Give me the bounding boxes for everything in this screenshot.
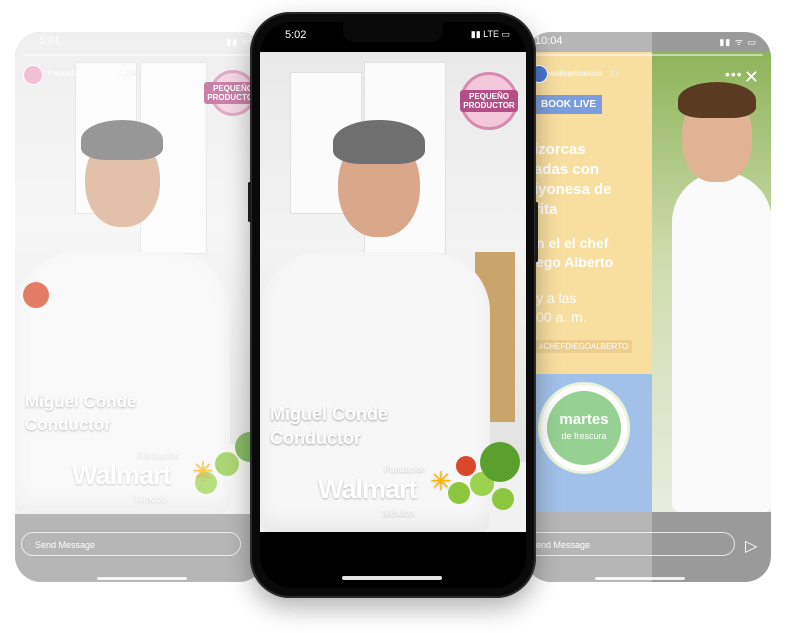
presenter-name: Miguel Conde (25, 392, 137, 411)
status-time: 5:01 (39, 35, 61, 47)
event-time: y a las 00 a. m. (536, 289, 587, 327)
recipe-title: izorcas adas con iyonesa de rita (534, 140, 612, 220)
center-story-screen[interactable]: PEQUEÑO PRODUCTOR Miguel Conde Conductor… (260, 22, 526, 588)
presenter-role: Conductor (25, 415, 111, 434)
tomato (23, 282, 49, 308)
home-indicator (342, 576, 442, 580)
person-hair (81, 120, 163, 160)
left-story-phone[interactable]: PEQUEÑO PRODUCTOR Miguel Conde Conductor… (15, 32, 265, 582)
status-time: 10:04 (535, 35, 563, 47)
story-username[interactable]: PequeñoProductor (48, 69, 115, 78)
center-story-photo: PEQUEÑO PRODUCTOR Miguel Conde Conductor… (260, 52, 526, 532)
send-icon[interactable]: ▷ (745, 536, 757, 556)
story-progress-bar (23, 54, 257, 56)
status-icons: ▮▮ LTE ▭ (470, 29, 510, 39)
power-button (535, 202, 538, 262)
chef-credit-line: ego Alberto (536, 254, 614, 270)
lower-third: Miguel Conde Conductor (270, 402, 388, 450)
send-message-input[interactable]: Send Message (525, 532, 735, 556)
recipe-line: rita (534, 201, 558, 218)
reply-bar: Send Message ▷ (525, 532, 771, 562)
lower-third: Miguel Conde Conductor (25, 390, 136, 436)
event-time-line: 00 a. m. (536, 309, 587, 325)
status-icons: ▮▮ ᯤ ▭ (719, 37, 757, 47)
logo-mexico: México (135, 494, 167, 505)
recipe-line: adas con (534, 161, 600, 178)
lime (492, 488, 514, 510)
right-story-phone[interactable]: BOOK LIVE izorcas adas con iyonesa de ri… (525, 32, 771, 582)
left-story-photo: PEQUEÑO PRODUCTOR Miguel Conde Conductor… (15, 32, 265, 514)
event-time-line: y a las (536, 290, 577, 306)
status-bar: 5:02 ▮▮ LTE ▭ (260, 22, 526, 52)
logo-fundacion: Fundación (137, 450, 180, 460)
walmart-spark-icon: ✳ (192, 456, 214, 486)
status-time: 5:02 (285, 29, 307, 41)
home-indicator (97, 577, 187, 580)
walmart-foundation-logo: Fundación Walmart México ✳ (318, 462, 478, 524)
status-bar: 5:01 ▮▮ ᯤ (15, 32, 265, 52)
story-username[interactable]: walmartmexico (549, 69, 602, 78)
walmart-foundation-logo: Fundación Walmart México ✳ (72, 450, 222, 510)
home-indicator (595, 577, 685, 580)
volume-button (248, 182, 251, 222)
logo-walmart: Walmart (72, 460, 172, 490)
logo-fundacion: Fundación (384, 464, 427, 474)
chef-jacket (672, 172, 771, 512)
walmart-spark-icon: ✳ (430, 466, 452, 496)
recipe-line: izorcas (534, 141, 586, 158)
presenter-role: Conductor (270, 428, 361, 448)
presenter-name: Miguel Conde (270, 404, 388, 424)
logo-walmart: Walmart (318, 474, 418, 504)
book-live-tag: BOOK LIVE (535, 95, 603, 114)
chef-photo (652, 52, 771, 512)
hashtag-tag: #CHEFDIEGOALBERTO (535, 340, 633, 353)
story-age: 1h (609, 69, 618, 78)
close-icon[interactable]: ✕ (744, 67, 759, 88)
lettuce (480, 442, 520, 482)
avatar[interactable] (23, 65, 43, 85)
more-options-icon[interactable]: ••• (725, 66, 743, 82)
center-phone-frame: PEQUEÑO PRODUCTOR Miguel Conde Conductor… (248, 12, 538, 598)
badge-text: PEQUEÑO PRODUCTOR (460, 90, 518, 112)
martes-logo-subtitle: de frescura (561, 431, 607, 441)
martes-de-frescura-logo: martes de frescura (538, 382, 630, 474)
status-bar: 10:04 ▮▮ ᯤ ▭ (525, 32, 771, 52)
chef-credit-line: n el el chef (536, 235, 609, 251)
story-age: 20w (125, 69, 140, 78)
recipe-line: iyonesa de (534, 181, 612, 198)
send-message-input[interactable]: Send Message (21, 532, 241, 556)
story-progress-bar (533, 54, 763, 56)
chef-credit: n el el chef ego Alberto (536, 234, 613, 272)
pequeno-productor-badge: PEQUEÑO PRODUCTOR (460, 72, 518, 130)
reply-bar: Send Message (15, 532, 265, 562)
martes-logo-title: martes (559, 411, 609, 428)
status-icons: ▮▮ ᯤ (226, 37, 251, 47)
logo-mexico: México (382, 508, 414, 519)
person-hair (333, 120, 425, 164)
